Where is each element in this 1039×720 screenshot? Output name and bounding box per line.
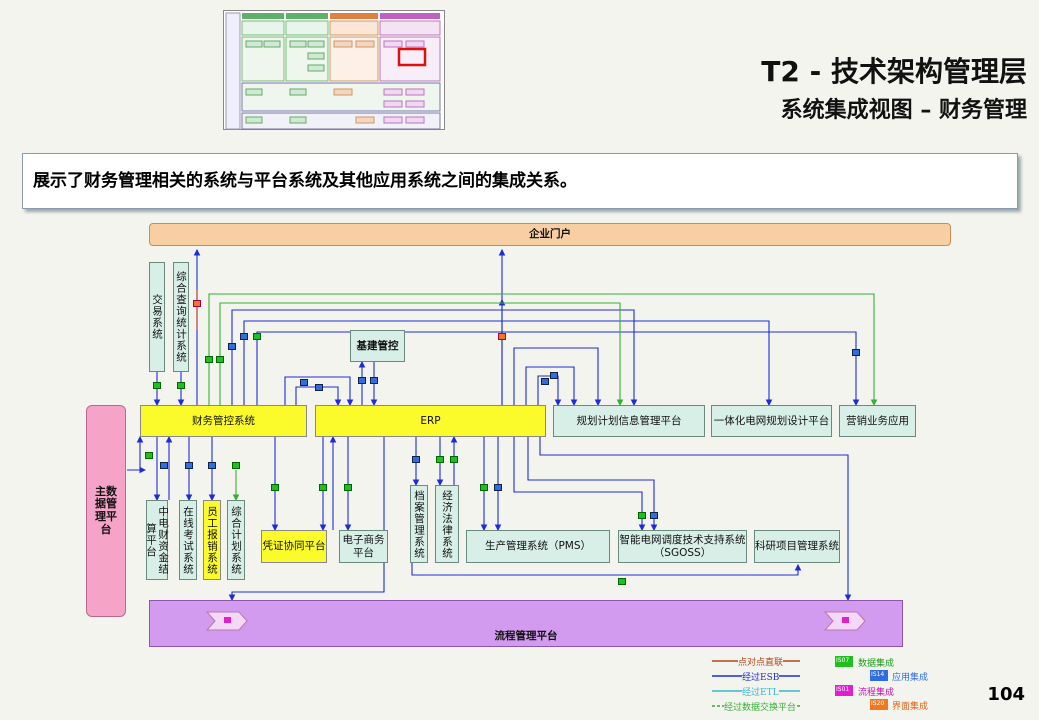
workflow-left-chevron — [205, 611, 248, 631]
marketing-application[interactable]: 营销业务应用 — [839, 405, 916, 437]
legend-direct: 点对点直联 — [738, 655, 784, 668]
legend-badge-data: 数据集成 — [858, 659, 895, 669]
ui-integration-badge[interactable] — [498, 333, 506, 340]
data-integration-badge[interactable] — [145, 452, 153, 459]
legend-badge-data-code: IS07 — [836, 657, 850, 664]
data-integration-badge[interactable] — [450, 456, 458, 463]
legend-badge-app-code: IS14 — [871, 671, 885, 678]
data-integration-badge[interactable] — [177, 382, 185, 389]
app-integration-badge[interactable] — [315, 384, 323, 391]
pms-system[interactable]: 生产管理系统（PMS） — [466, 530, 610, 563]
app-integration-badge[interactable] — [208, 462, 216, 469]
finance-control-system[interactable]: 财务管控系统 — [140, 405, 307, 437]
sgoss-label-line1: 智能电网调度技术支持系统 — [619, 534, 746, 547]
workflow-platform[interactable]: 流程管理平台 — [149, 600, 903, 647]
app-integration-badge[interactable] — [160, 462, 168, 469]
app-integration-badge[interactable] — [358, 377, 366, 384]
data-integration-badge[interactable] — [436, 456, 444, 463]
app-integration-badge[interactable] — [300, 379, 308, 386]
grid-design-platform[interactable]: 一体化电网规划设计平台 — [711, 405, 832, 437]
data-integration-badge[interactable] — [319, 484, 327, 491]
trade-system[interactable]: 交易系统 — [149, 262, 165, 372]
data-integration-badge[interactable] — [480, 484, 488, 491]
query-stats-system[interactable]: 综合查询统计系统 — [173, 262, 189, 372]
data-integration-badge[interactable] — [232, 462, 240, 469]
ecommerce-label: 电子商务平台 — [342, 534, 385, 559]
erp-system[interactable]: ERP — [315, 405, 546, 437]
app-integration-badge[interactable] — [550, 372, 558, 379]
economic-law-system[interactable]: 经济法律系统 — [435, 485, 459, 563]
research-project-system[interactable]: 科研项目管理系统 — [754, 530, 840, 563]
legend-badge-ui-code: IS20 — [871, 700, 885, 707]
data-integration-badge[interactable] — [153, 382, 161, 389]
app-integration-badge[interactable] — [650, 512, 658, 519]
app-integration-badge[interactable] — [541, 378, 549, 385]
master-data-platform[interactable]: 主数据管理平台 — [86, 405, 126, 617]
master-data-label: 主数据管理平台 — [95, 484, 117, 536]
infra-control-system[interactable]: 基建管控 — [350, 330, 405, 362]
archive-management-system[interactable]: 档案管理系统 — [410, 485, 428, 563]
enterprise-portal[interactable]: 企业门户 — [149, 223, 951, 246]
sgoss-system[interactable]: 智能电网调度技术支持系统 （SGOSS） — [618, 530, 747, 563]
integrated-plan-system[interactable]: 综合计划系统 — [227, 500, 245, 580]
voucher-collaboration-platform[interactable]: 凭证协同平台 — [261, 530, 327, 563]
app-integration-badge[interactable] — [494, 484, 502, 491]
legend-etl: 经过ETL — [742, 685, 779, 698]
cecf-settlement-platform[interactable]: 中电财资金结算平台 — [145, 500, 169, 580]
app-integration-badge[interactable] — [240, 333, 248, 340]
data-integration-badge[interactable] — [271, 484, 279, 491]
sgoss-label-line2: （SGOSS） — [653, 546, 712, 559]
ecommerce-platform[interactable]: 电子商务平台 — [339, 530, 388, 563]
data-integration-badge[interactable] — [638, 512, 646, 519]
data-integration-badge[interactable] — [205, 356, 213, 363]
data-integration-badge[interactable] — [344, 484, 352, 491]
ui-integration-badge[interactable] — [193, 300, 201, 307]
app-integration-badge[interactable] — [228, 343, 236, 350]
page-number: 104 — [987, 684, 1025, 705]
online-exam-system[interactable]: 在线考试系统 — [179, 500, 197, 580]
legend-badge-process-code: IS01 — [836, 686, 850, 693]
legend-badge-app: 应用集成 — [892, 673, 929, 683]
app-integration-badge[interactable] — [185, 462, 193, 469]
legend-exchange: 经过数据交换平台 — [724, 700, 797, 713]
data-integration-badge[interactable] — [253, 333, 261, 340]
planning-info-platform[interactable]: 规划计划信息管理平台 — [553, 405, 705, 437]
workflow-right-chevron — [823, 611, 866, 631]
legend: 点对点直联 经过ESB 经过ETL 经过数据交换平台 IS07 数据集成 IS1… — [708, 654, 948, 716]
data-integration-badge[interactable] — [618, 578, 626, 585]
data-integration-badge[interactable] — [216, 356, 224, 363]
legend-esb: 经过ESB — [742, 670, 780, 683]
staff-reimbursement-system[interactable]: 员工报销系统 — [203, 500, 221, 580]
app-integration-badge[interactable] — [412, 456, 420, 463]
legend-badge-ui: 界面集成 — [892, 702, 929, 712]
app-integration-badge[interactable] — [852, 349, 860, 356]
app-integration-badge[interactable] — [370, 377, 378, 384]
legend-badge-process: 流程集成 — [858, 688, 895, 698]
